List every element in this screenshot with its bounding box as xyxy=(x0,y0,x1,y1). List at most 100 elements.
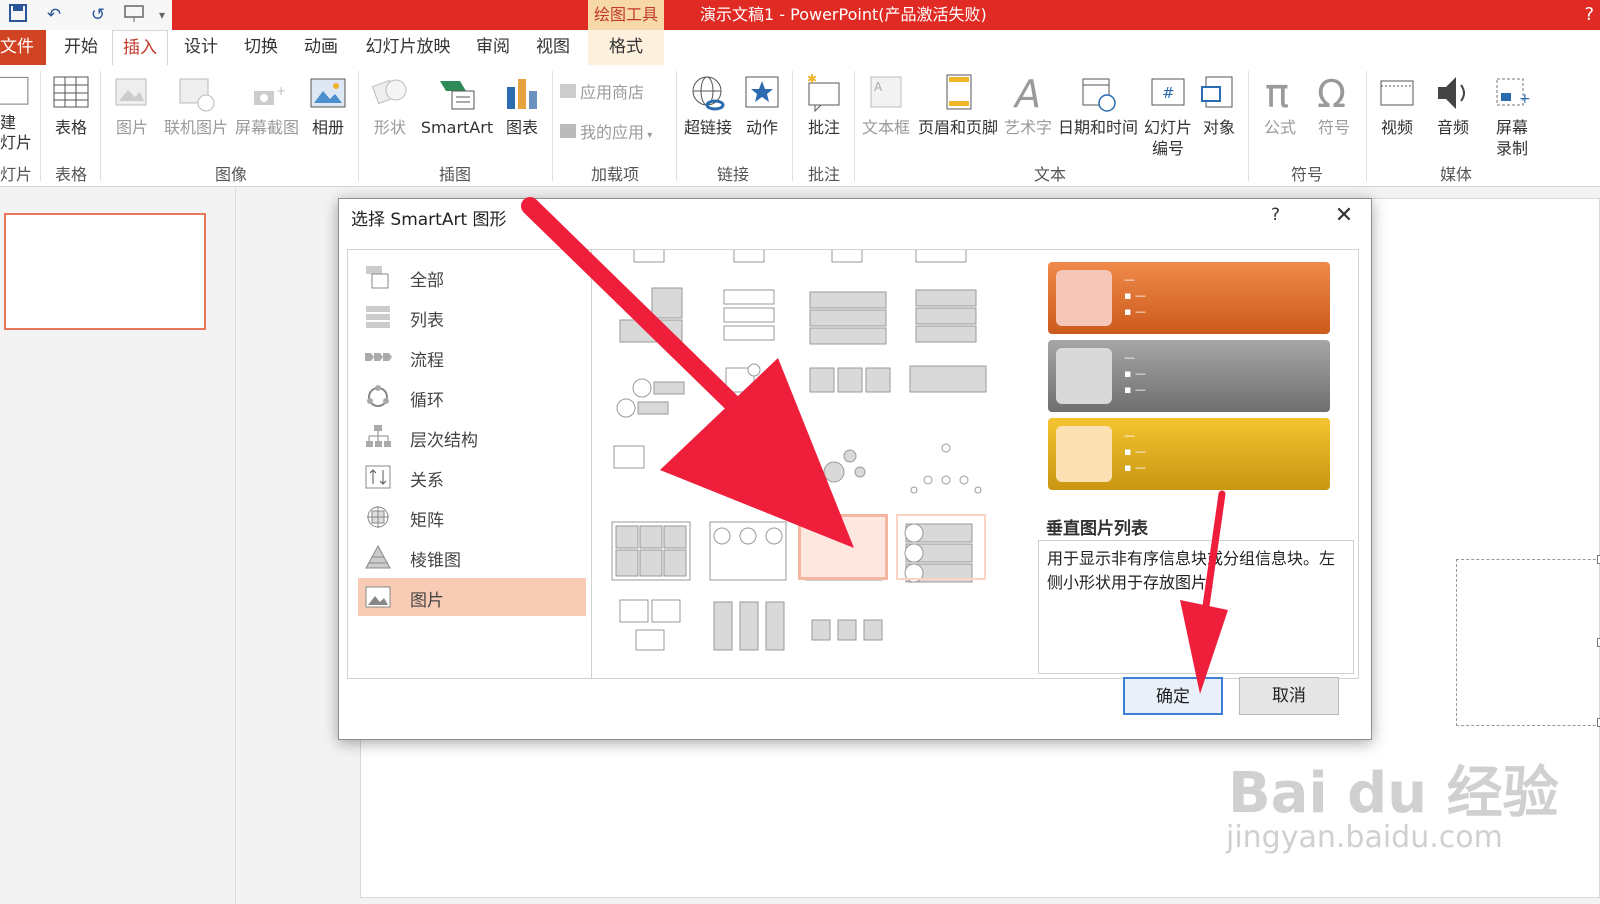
smartart-dialog: 选择 SmartArt 图形 ? ✕ 全部 列表 流程 循环 层次结构 关系 矩… xyxy=(338,198,1372,740)
slide-number-button[interactable]: # 幻灯片 编号 xyxy=(1140,73,1196,159)
picture-button[interactable]: 图片 xyxy=(108,73,156,138)
category-process[interactable]: 流程 xyxy=(358,338,586,376)
video-button[interactable]: 视频 xyxy=(1372,73,1422,138)
symbol-button[interactable]: Ω 符号 xyxy=(1310,73,1358,138)
close-icon[interactable]: ✕ xyxy=(1329,201,1359,231)
pi-icon: π xyxy=(1265,73,1289,113)
customize-qat-icon[interactable]: ▾ xyxy=(150,3,174,27)
svg-text:+: + xyxy=(276,84,286,98)
calendar-icon xyxy=(1082,78,1116,112)
window-title: 演示文稿1 - PowerPoint(产品激活失败) xyxy=(700,5,987,24)
table-icon xyxy=(53,76,89,108)
chart-button[interactable]: 图表 xyxy=(498,73,546,138)
screenshot-button[interactable]: + 屏幕截图 xyxy=(232,73,302,138)
slide-thumbnail-1[interactable] xyxy=(4,213,206,330)
smartart-button[interactable]: SmartArt xyxy=(416,73,498,138)
comment-icon: ✱ xyxy=(807,73,840,113)
ribbon: 建 灯片 灯片 表格 表格 图片 联机图片 + 屏幕截图 相册 图像 形状 Sm… xyxy=(0,65,1600,187)
object-button[interactable]: 对象 xyxy=(1196,73,1242,138)
object-icon xyxy=(1201,76,1233,108)
layout-vertical-circle-list[interactable] xyxy=(896,514,986,580)
media-group-label: 媒体 xyxy=(1439,165,1472,184)
category-list: 全部 列表 流程 循环 层次结构 关系 矩阵 棱锥图 图片 xyxy=(348,250,592,678)
tab-review[interactable]: 审阅 xyxy=(468,30,518,65)
content-placeholder[interactable] xyxy=(1456,555,1600,727)
dialog-title: 选择 SmartArt 图形 xyxy=(351,210,507,230)
textbox-button[interactable]: A 文本框 xyxy=(858,73,914,138)
comment-button[interactable]: ✱ 批注 xyxy=(800,73,848,138)
powerpoint-window: ↶ ↺ ▾ 绘图工具 演示文稿1 - PowerPoint(产品激活失败) ? … xyxy=(0,0,1600,904)
baidu-watermark-url: jingyan.baidu.com xyxy=(1226,820,1503,855)
wordart-button[interactable]: A 艺术字 xyxy=(1004,73,1052,138)
hyperlink-icon xyxy=(692,76,725,111)
process-icon xyxy=(365,353,392,361)
table-button[interactable]: 表格 xyxy=(48,73,94,138)
tab-insert[interactable]: 插入 xyxy=(112,30,168,65)
tab-animations[interactable]: 动画 xyxy=(296,30,346,65)
redo-icon[interactable]: ↺ xyxy=(86,3,110,27)
header-footer-icon xyxy=(946,74,972,110)
layout-description: 用于显示非有序信息块或分组信息块。左侧小形状用于存放图片。 xyxy=(1038,540,1354,674)
svg-text:✱: ✱ xyxy=(807,73,817,86)
help-icon[interactable]: ? xyxy=(1584,0,1594,30)
tab-slideshow[interactable]: 幻灯片放映 xyxy=(358,30,458,65)
svg-text:π: π xyxy=(1265,73,1289,113)
images-group-label: 图像 xyxy=(214,165,247,184)
svg-text:#: # xyxy=(1162,84,1175,102)
svg-text:A: A xyxy=(1012,73,1041,113)
speaker-icon xyxy=(1438,77,1465,109)
ok-button[interactable]: 确定 xyxy=(1123,677,1223,715)
cancel-button[interactable]: 取消 xyxy=(1239,677,1339,715)
illustrations-group-label: 插图 xyxy=(438,165,471,184)
quick-access-toolbar: ↶ ↺ ▾ xyxy=(0,0,172,30)
header-footer-button[interactable]: 页眉和页脚 xyxy=(916,73,1000,138)
category-all[interactable]: 全部 xyxy=(358,258,586,296)
start-slideshow-icon[interactable] xyxy=(122,3,146,27)
relationship-icon xyxy=(365,465,391,489)
save-icon[interactable] xyxy=(6,3,30,27)
datetime-button[interactable]: 日期和时间 xyxy=(1056,73,1140,138)
comments-group-label: 批注 xyxy=(807,165,840,184)
screenshot-icon: + xyxy=(254,84,286,105)
tab-view[interactable]: 视图 xyxy=(528,30,578,65)
category-relationship[interactable]: 关系 xyxy=(358,458,586,496)
undo-icon[interactable]: ↶ xyxy=(42,3,66,27)
layout-name: 垂直图片列表 xyxy=(1046,519,1148,539)
action-button[interactable]: 动作 xyxy=(738,73,786,138)
category-list-type[interactable]: 列表 xyxy=(358,298,586,336)
category-pyramid[interactable]: 棱锥图 xyxy=(358,538,586,576)
symbols-group-label: 符号 xyxy=(1290,165,1323,184)
tab-format[interactable]: 格式 xyxy=(588,30,664,65)
hierarchy-icon xyxy=(366,425,391,447)
layout-vertical-picture-list[interactable] xyxy=(798,514,888,580)
addins-group-label: 加载项 xyxy=(590,165,639,184)
smartart-icon xyxy=(440,81,475,110)
dialog-help-button[interactable]: ? xyxy=(1271,205,1280,225)
tab-transitions[interactable]: 切换 xyxy=(236,30,286,65)
screen-recording-button[interactable]: + 屏幕 录制 xyxy=(1484,73,1540,159)
audio-button[interactable]: 音频 xyxy=(1428,73,1478,138)
album-button[interactable]: 相册 xyxy=(304,73,352,138)
chart-icon xyxy=(507,79,537,109)
slide-number-icon: # xyxy=(1151,78,1185,106)
pyramid-icon xyxy=(365,544,391,569)
tab-design[interactable]: 设计 xyxy=(176,30,226,65)
my-apps-button[interactable]: 我的应用 ▾ xyxy=(560,119,670,143)
equation-button[interactable]: π 公式 xyxy=(1256,73,1304,138)
store-button[interactable]: 应用商店 xyxy=(560,79,660,103)
online-picture-button[interactable]: 联机图片 xyxy=(160,73,232,138)
shapes-button[interactable]: 形状 xyxy=(364,73,416,138)
new-slide-button[interactable]: 建 灯片 xyxy=(0,73,38,153)
category-matrix[interactable]: 矩阵 xyxy=(358,498,586,536)
category-cycle[interactable]: 循环 xyxy=(358,378,586,416)
screen-recording-icon: + xyxy=(1496,78,1531,107)
hyperlink-button[interactable]: 超链接 xyxy=(680,73,736,138)
category-picture[interactable]: 图片 xyxy=(358,578,586,616)
action-icon xyxy=(745,76,779,108)
tab-home[interactable]: 开始 xyxy=(56,30,106,65)
category-hierarchy[interactable]: 层次结构 xyxy=(358,418,586,456)
textbox-icon: A xyxy=(870,76,902,108)
my-apps-icon xyxy=(560,124,576,138)
tab-file[interactable]: 文件 xyxy=(0,30,46,65)
ribbon-tabs: 文件 开始 插入 设计 切换 动画 幻灯片放映 审阅 视图 格式 xyxy=(0,30,1600,65)
